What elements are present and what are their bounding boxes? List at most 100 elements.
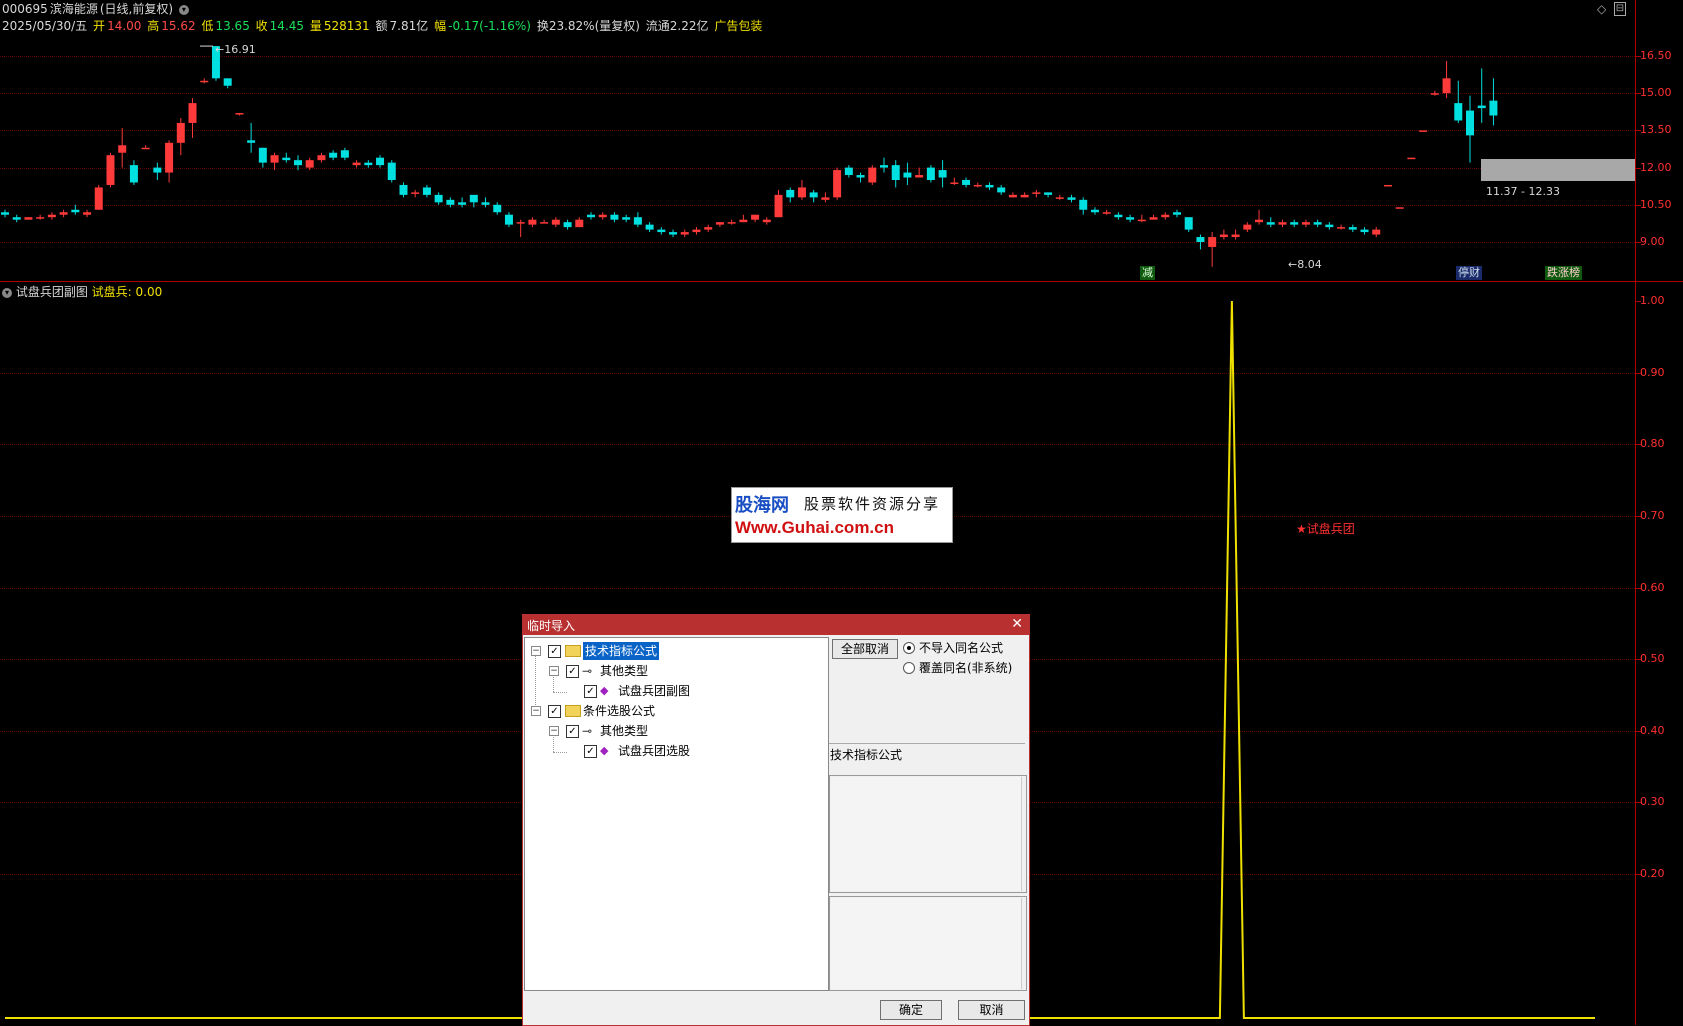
candle-body[interactable] bbox=[1020, 194, 1029, 198]
candle-body[interactable] bbox=[540, 222, 549, 224]
candle-body[interactable] bbox=[458, 202, 467, 205]
candle-body[interactable] bbox=[1477, 105, 1486, 109]
candle-body[interactable] bbox=[165, 142, 174, 173]
cancel-button[interactable]: 取消 bbox=[958, 1000, 1025, 1020]
candle-body[interactable] bbox=[856, 175, 865, 178]
candle-body[interactable] bbox=[633, 217, 642, 225]
candle-body[interactable] bbox=[1313, 222, 1322, 225]
candle-body[interactable] bbox=[282, 157, 291, 161]
event-tag-tingcai[interactable]: 停财 bbox=[1456, 266, 1482, 280]
candle-body[interactable] bbox=[880, 165, 888, 168]
candle-body[interactable] bbox=[891, 165, 900, 180]
candle-body[interactable] bbox=[1419, 130, 1428, 132]
candle-body[interactable] bbox=[821, 197, 830, 200]
candle-body[interactable] bbox=[270, 155, 279, 163]
candle-body[interactable] bbox=[1173, 212, 1181, 215]
candle-body[interactable] bbox=[962, 180, 971, 185]
candle-body[interactable] bbox=[844, 167, 853, 176]
candle-body[interactable] bbox=[950, 182, 959, 184]
candle-body[interactable] bbox=[188, 103, 197, 123]
candle-body[interactable] bbox=[1255, 219, 1264, 223]
candle-body[interactable] bbox=[575, 219, 584, 228]
candle-body[interactable] bbox=[1, 212, 9, 215]
candle-body[interactable] bbox=[1407, 157, 1416, 160]
candle-body[interactable] bbox=[1383, 184, 1392, 187]
candle-body[interactable] bbox=[352, 162, 361, 166]
close-icon[interactable]: ✕ bbox=[1011, 616, 1023, 632]
select-formula-checkbox[interactable]: ✓ bbox=[548, 705, 561, 718]
candle-body[interactable] bbox=[1243, 224, 1252, 230]
candle-body[interactable] bbox=[329, 152, 338, 158]
candle-body[interactable] bbox=[1466, 110, 1474, 136]
candle-body[interactable] bbox=[141, 147, 150, 150]
tech-other-checkbox[interactable]: ✓ bbox=[566, 665, 579, 678]
candle-body[interactable] bbox=[504, 214, 513, 225]
candle-body[interactable] bbox=[106, 155, 115, 185]
candle-body[interactable] bbox=[516, 222, 525, 224]
sub-panel-title[interactable]: 试盘兵团副图 bbox=[16, 285, 88, 299]
candle-body[interactable] bbox=[715, 222, 724, 225]
candle-body[interactable] bbox=[1032, 192, 1041, 194]
candle-body[interactable] bbox=[774, 194, 783, 218]
candle-body[interactable] bbox=[739, 219, 748, 223]
candle-body[interactable] bbox=[938, 170, 947, 178]
candle-body[interactable] bbox=[997, 187, 1006, 193]
candle-body[interactable] bbox=[12, 217, 21, 220]
radio-no-import[interactable] bbox=[903, 642, 915, 654]
candle-body[interactable] bbox=[985, 184, 994, 188]
candle-body[interactable] bbox=[1102, 212, 1111, 214]
candle-body[interactable] bbox=[610, 214, 619, 220]
candle-body[interactable] bbox=[973, 184, 982, 187]
candle-body[interactable] bbox=[59, 212, 68, 215]
candle-body[interactable] bbox=[598, 214, 607, 218]
candle-body[interactable] bbox=[71, 209, 80, 213]
tech-other-label[interactable]: 其他类型 bbox=[600, 662, 648, 680]
candle-body[interactable] bbox=[36, 217, 45, 219]
candle-body[interactable] bbox=[645, 224, 654, 230]
candle-body[interactable] bbox=[1055, 197, 1064, 199]
select-leaf-checkbox[interactable]: ✓ bbox=[584, 745, 597, 758]
candle-body[interactable] bbox=[551, 219, 560, 225]
candle-body[interactable] bbox=[762, 219, 771, 223]
candle-body[interactable] bbox=[446, 199, 455, 205]
candle-body[interactable] bbox=[1290, 222, 1299, 225]
candle-body[interactable] bbox=[1454, 103, 1463, 121]
select-leaf-label[interactable]: 试盘兵团选股 bbox=[618, 742, 690, 760]
candle-body[interactable] bbox=[1184, 217, 1193, 230]
candle-body[interactable] bbox=[364, 162, 373, 166]
candle-body[interactable] bbox=[247, 140, 256, 143]
select-other-label[interactable]: 其他类型 bbox=[600, 722, 648, 740]
candle-body[interactable] bbox=[1208, 237, 1217, 247]
candle-body[interactable] bbox=[1219, 234, 1228, 238]
candle-body[interactable] bbox=[1090, 209, 1099, 213]
candle-body[interactable] bbox=[1196, 237, 1205, 242]
candle-body[interactable] bbox=[294, 160, 302, 166]
candle-body[interactable] bbox=[387, 162, 396, 180]
candle-body[interactable] bbox=[422, 187, 431, 195]
candle-body[interactable] bbox=[1442, 78, 1451, 94]
candle-body[interactable] bbox=[1301, 222, 1310, 225]
candle-body[interactable] bbox=[47, 214, 56, 218]
cancel-all-button[interactable]: 全部取消 bbox=[832, 639, 898, 659]
candle-body[interactable] bbox=[83, 212, 92, 215]
ok-button[interactable]: 确定 bbox=[880, 1000, 942, 1020]
candle-body[interactable] bbox=[1079, 199, 1088, 210]
candle-body[interactable] bbox=[176, 122, 185, 143]
candle-body[interactable] bbox=[809, 192, 818, 198]
candle-body[interactable] bbox=[129, 165, 138, 183]
candle-body[interactable] bbox=[376, 157, 385, 166]
collapse-icon[interactable]: − bbox=[549, 666, 559, 676]
candle-body[interactable] bbox=[469, 194, 478, 203]
candle-body[interactable] bbox=[1008, 194, 1017, 198]
candle-body[interactable] bbox=[1231, 234, 1240, 238]
formula-detail-box[interactable] bbox=[829, 896, 1027, 991]
candle-body[interactable] bbox=[727, 222, 736, 224]
tech-leaf-label[interactable]: 试盘兵团副图 bbox=[618, 682, 690, 700]
candle-body[interactable] bbox=[434, 194, 443, 203]
candle-body[interactable] bbox=[926, 167, 935, 180]
formula-description-box[interactable] bbox=[829, 775, 1027, 893]
event-tag-diezhang[interactable]: 跌涨榜 bbox=[1545, 266, 1582, 280]
sub-panel-toggle-icon[interactable]: ▾ bbox=[2, 287, 12, 298]
candle-body[interactable] bbox=[587, 214, 595, 218]
candle-body[interactable] bbox=[340, 150, 349, 158]
